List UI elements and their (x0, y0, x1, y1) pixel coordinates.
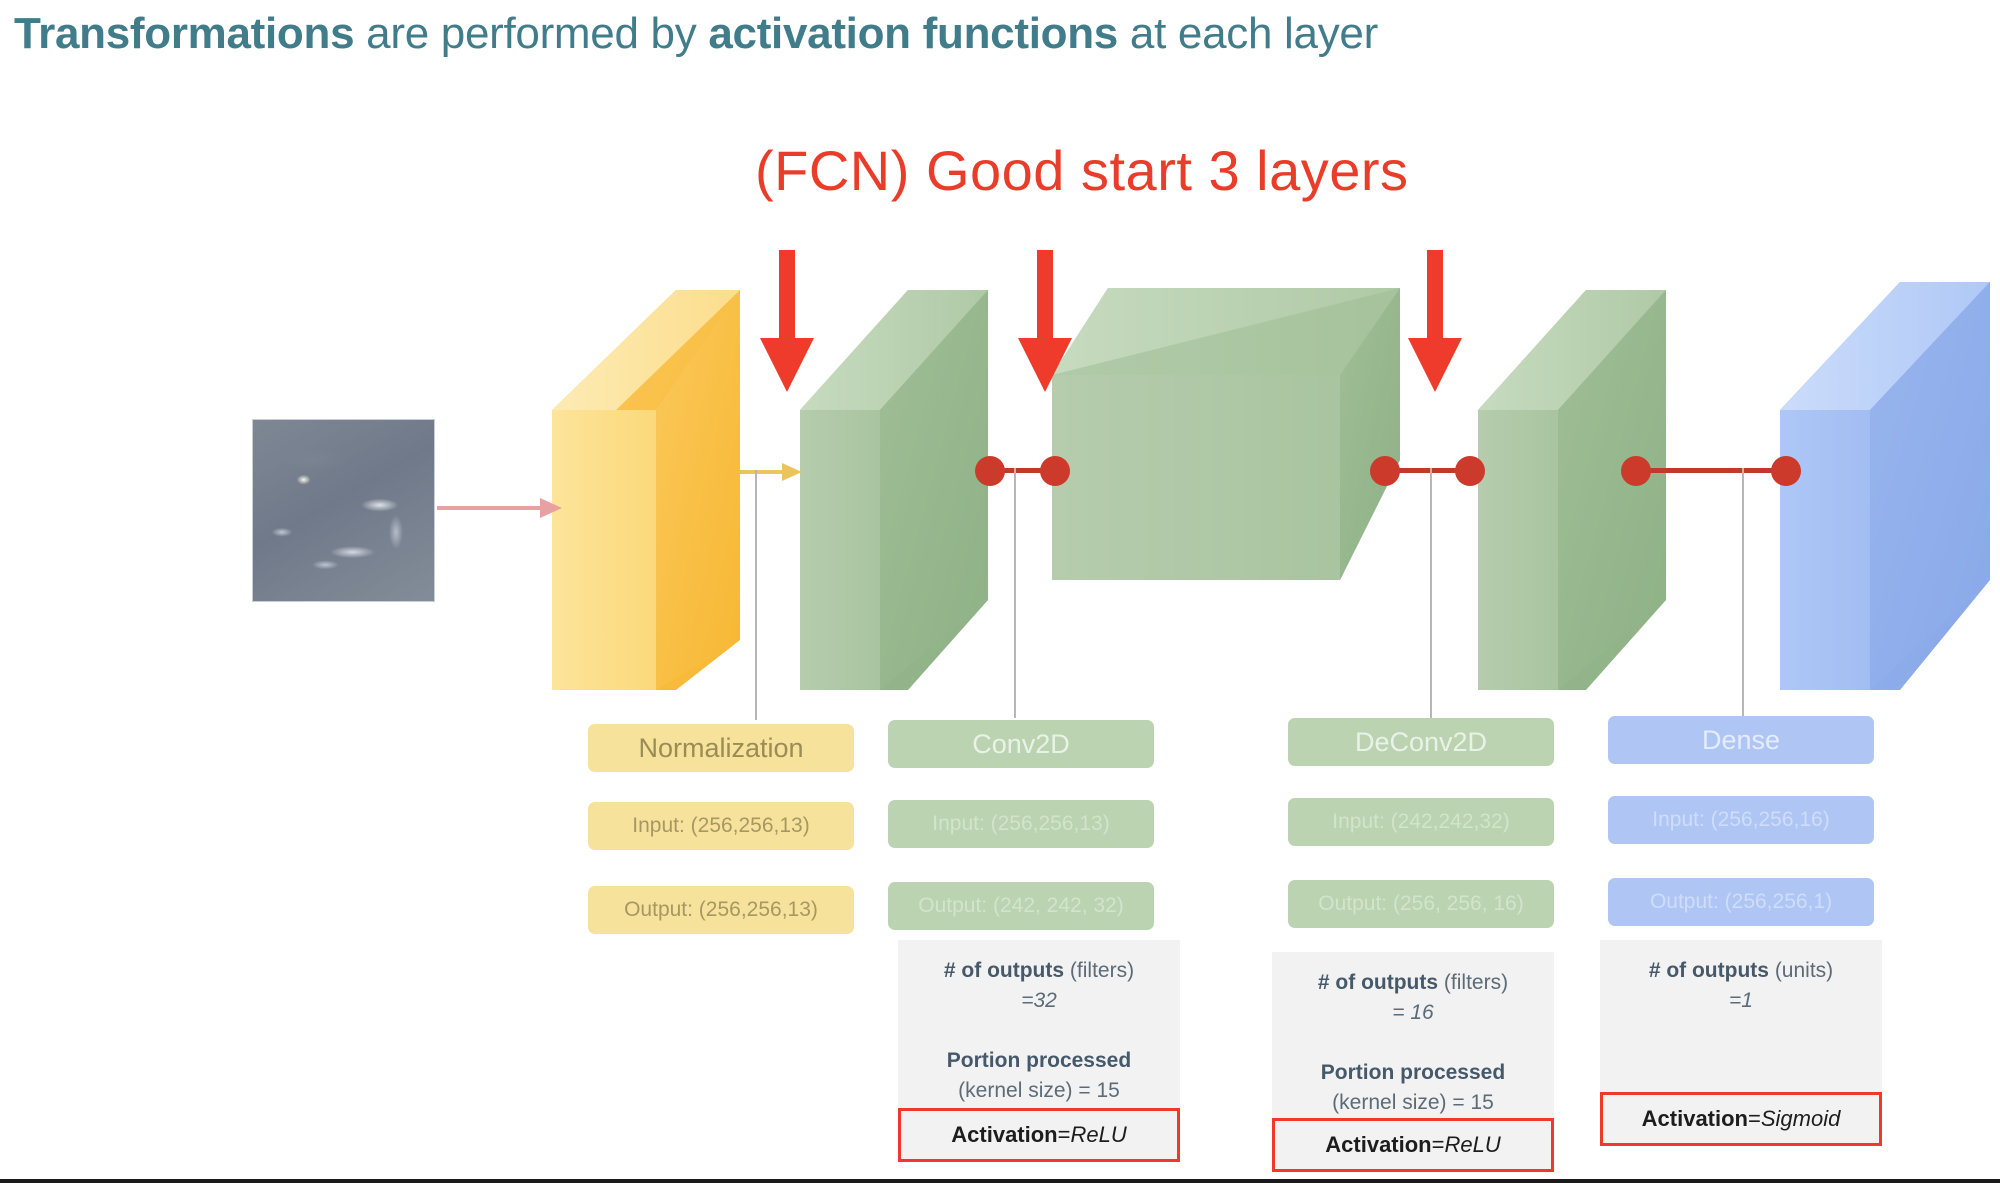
activation-eq-deconv2d: = (1431, 1132, 1445, 1157)
layer-name-normalization: Normalization (588, 724, 854, 772)
activation-eq-dense: = (1748, 1106, 1761, 1131)
callout-arrow-1 (752, 250, 822, 392)
activation-box-dense: Activation = Sigmoid (1600, 1092, 1882, 1146)
layer-name-conv2d: Conv2D (888, 720, 1154, 768)
activation-box-deconv2d: Activation = ReLU (1272, 1118, 1554, 1172)
leader-line-deconv2d (1430, 468, 1432, 718)
network-architecture-diagram: Normalization Input: (256,256,13) Output… (0, 0, 2000, 1183)
callout-arrow-3 (1400, 250, 1470, 392)
outputs-label-conv2d: # of outputs (943, 959, 1065, 982)
layer-input-conv2d: Input: (256,256,13) (888, 800, 1154, 848)
portion-value-conv2d: (kernel size) = 15 (958, 1079, 1120, 1102)
connector-line-deconv-to-dense (1636, 468, 1786, 473)
outputs-kind-dense: (units) (1774, 959, 1834, 982)
block-normalization (552, 290, 740, 690)
activation-value-deconv2d: ReLU (1444, 1132, 1501, 1157)
outputs-kind-conv2d: (filters) (1069, 959, 1135, 982)
layer-input-deconv2d: Input: (242,242,32) (1288, 798, 1554, 846)
activation-label-deconv2d: Activation (1325, 1132, 1432, 1157)
layer-output-deconv2d: Output: (256, 256, 16) (1288, 880, 1554, 928)
input-satellite-image (252, 419, 435, 602)
details-box-dense: # of outputs (units) =1 (1600, 940, 1882, 1100)
layer-name-dense: Dense (1608, 716, 1874, 764)
input-flow-arrow (437, 498, 562, 518)
activation-value-conv2d: ReLU (1070, 1122, 1127, 1147)
leader-line-dense (1742, 468, 1744, 718)
outputs-value-deconv2d: = 16 (1392, 1001, 1434, 1024)
outputs-value-dense: =1 (1729, 989, 1753, 1012)
layer-name-deconv2d: DeConv2D (1288, 718, 1554, 766)
normalization-flow-arrow (740, 463, 802, 481)
outputs-value-conv2d: =32 (1021, 989, 1057, 1012)
activation-box-conv2d: Activation = ReLU (898, 1108, 1180, 1162)
connector-dot-deconv-out (1621, 456, 1651, 486)
leader-line-normalization (755, 470, 757, 720)
callout-arrow-2 (1010, 250, 1080, 392)
block-deconv2d (1478, 290, 1666, 690)
connector-dot-conv-out (975, 456, 1005, 486)
portion-label-deconv2d: Portion processed (1320, 1061, 1506, 1084)
outputs-label-deconv2d: # of outputs (1317, 971, 1439, 994)
layer-input-normalization: Input: (256,256,13) (588, 802, 854, 850)
layer-output-dense: Output: (256,256,1) (1608, 878, 1874, 926)
portion-label-conv2d: Portion processed (946, 1049, 1132, 1072)
connector-dot-dense-in (1771, 456, 1801, 486)
leader-line-conv2d (1014, 468, 1016, 718)
layer-input-dense: Input: (256,256,16) (1608, 796, 1874, 844)
block-dense (1780, 282, 1990, 690)
portion-value-deconv2d: (kernel size) = 15 (1332, 1091, 1494, 1114)
outputs-label-dense: # of outputs (1648, 959, 1769, 982)
activation-value-dense: Sigmoid (1760, 1106, 1841, 1131)
activation-eq-conv2d: = (1057, 1122, 1071, 1147)
connector-dot-volume-in (1040, 456, 1070, 486)
activation-label-conv2d: Activation (951, 1122, 1058, 1147)
layer-output-conv2d: Output: (242, 242, 32) (888, 882, 1154, 930)
layer-output-normalization: Output: (256,256,13) (588, 886, 854, 934)
slide-bottom-rule (0, 1179, 2000, 1183)
block-feature-volume (1052, 288, 1400, 580)
connector-dot-volume-out (1370, 456, 1400, 486)
outputs-kind-deconv2d: (filters) (1443, 971, 1509, 994)
block-conv2d (800, 290, 988, 690)
activation-label-dense: Activation (1641, 1106, 1748, 1131)
connector-dot-deconv-in (1455, 456, 1485, 486)
